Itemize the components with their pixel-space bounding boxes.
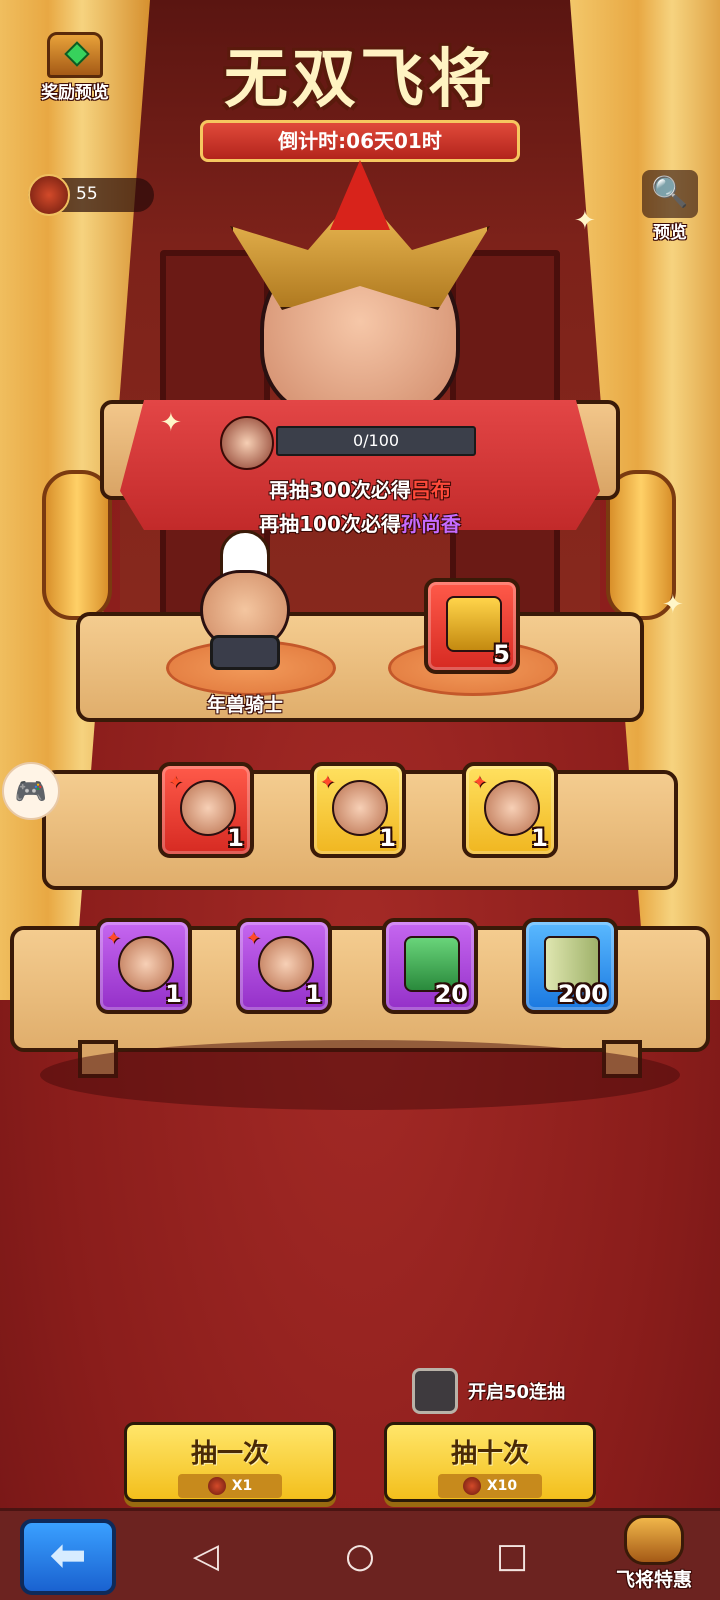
item-count: 5 — [493, 640, 510, 668]
game-stage: 无双飞将 倒计时:06天01时 奖励预览 55 🔍 预览 0/100 再抽300… — [0, 0, 720, 1600]
treasure-chest-icon — [47, 32, 103, 78]
reward-card-row3-4[interactable]: 200 — [522, 918, 618, 1014]
draw-once-label: 抽一次 — [190, 1439, 269, 1469]
shelf-1 — [76, 612, 644, 722]
star-icon: ✦ — [472, 772, 488, 793]
knight-name: 年兽骑士 — [206, 694, 283, 716]
knight-body — [210, 635, 280, 670]
triangle-back-icon: ◁ — [192, 1536, 220, 1576]
reward-card-row3-3[interactable]: 20 — [382, 918, 478, 1014]
pity-progress: 0/100 — [220, 416, 480, 470]
draw-token-icon — [462, 1477, 481, 1495]
draw-token-icon — [207, 1477, 226, 1495]
draw-once-cost: X1 — [178, 1474, 282, 1498]
multi-draw-checkbox[interactable] — [412, 1368, 458, 1414]
featured-hero — [220, 160, 500, 420]
reward-card-row3-2[interactable]: ✦ 1 — [236, 918, 332, 1014]
game-back-button[interactable]: ⬅ — [20, 1519, 116, 1595]
reward-card-seal[interactable]: 5 — [424, 578, 520, 674]
item-count: 1 — [165, 980, 182, 1008]
hero-plume — [330, 160, 390, 230]
reward-card-row2-2[interactable]: ✦ 1 — [310, 762, 406, 858]
treasure-bag-icon — [624, 1515, 684, 1565]
countdown-banner: 倒计时:06天01时 — [200, 120, 520, 162]
reward-preview-button[interactable]: 奖励预览 — [30, 32, 120, 103]
guarantee-2-hero: 孙尚香 — [400, 512, 461, 536]
reward-card-row2-1[interactable]: ✦ 1 — [158, 762, 254, 858]
promo-button[interactable]: 飞将特惠 — [600, 1515, 708, 1592]
shelf-shadow — [40, 1040, 680, 1110]
sparkle-icon: ✦ — [662, 590, 684, 620]
progress-bar: 0/100 — [276, 426, 476, 456]
gamepad-float-button[interactable]: 🎮 — [2, 762, 60, 820]
guarantee-1-hero: 吕布 — [410, 478, 451, 502]
preview-label: 预览 — [653, 223, 687, 243]
progress-text: 0/100 — [352, 431, 400, 450]
guarantee-line-1: 再抽300次必得吕布 — [0, 474, 720, 503]
magnifier-icon: 🔍 — [642, 170, 698, 218]
item-count: 1 — [531, 824, 548, 852]
currency-amount: 55 — [76, 184, 98, 204]
sparkle-icon: ✦ — [160, 408, 182, 438]
item-count: 20 — [434, 980, 468, 1008]
system-back-button[interactable]: ◁ — [186, 1539, 226, 1573]
nian-beast-knight[interactable] — [190, 530, 300, 670]
preview-button[interactable]: 🔍 预览 — [638, 170, 702, 243]
reward-preview-label: 奖励预览 — [41, 83, 109, 103]
sparkle-icon: ✦ — [574, 206, 596, 236]
reward-card-row2-3[interactable]: ✦ 1 — [462, 762, 558, 858]
progress-hero-avatar — [220, 416, 274, 470]
star-icon: ✦ — [168, 772, 184, 793]
star-icon: ✦ — [320, 772, 336, 793]
multi-draw-label: 开启50连抽 — [468, 1382, 566, 1403]
system-home-button[interactable]: ○ — [340, 1539, 380, 1573]
arrow-left-icon: ⬅ — [49, 1530, 87, 1581]
star-icon: ✦ — [246, 928, 262, 949]
draw-ten-button[interactable]: 抽十次 X10 — [384, 1422, 596, 1502]
currency-display: 55 — [28, 174, 154, 216]
promo-label: 飞将特惠 — [615, 1569, 692, 1591]
guarantee-line-2: 再抽100次必得孙尚香 — [0, 508, 720, 537]
square-recents-icon: □ — [495, 1536, 529, 1576]
guarantee-1-prefix: 再抽300次必得 — [269, 478, 411, 502]
item-count: 1 — [379, 824, 396, 852]
reward-card-row3-1[interactable]: ✦ 1 — [96, 918, 192, 1014]
item-count: 200 — [557, 980, 608, 1008]
draw-once-button[interactable]: 抽一次 X1 — [124, 1422, 336, 1502]
item-count: 1 — [227, 824, 244, 852]
item-count: 1 — [305, 980, 322, 1008]
draw-ten-cost: X10 — [438, 1474, 542, 1498]
draw-ten-label: 抽十次 — [450, 1439, 529, 1469]
draw-ten-cost-value: X10 — [486, 1478, 518, 1494]
star-icon: ✦ — [106, 928, 122, 949]
system-recents-button[interactable]: □ — [492, 1539, 532, 1573]
draw-once-cost-value: X1 — [231, 1478, 253, 1494]
circle-home-icon: ○ — [345, 1536, 375, 1576]
draw-token-icon — [28, 174, 70, 216]
bottom-navbar: ⬅ ◁ ○ □ 飞将特惠 — [0, 1508, 720, 1600]
gamepad-icon: 🎮 — [14, 777, 48, 807]
